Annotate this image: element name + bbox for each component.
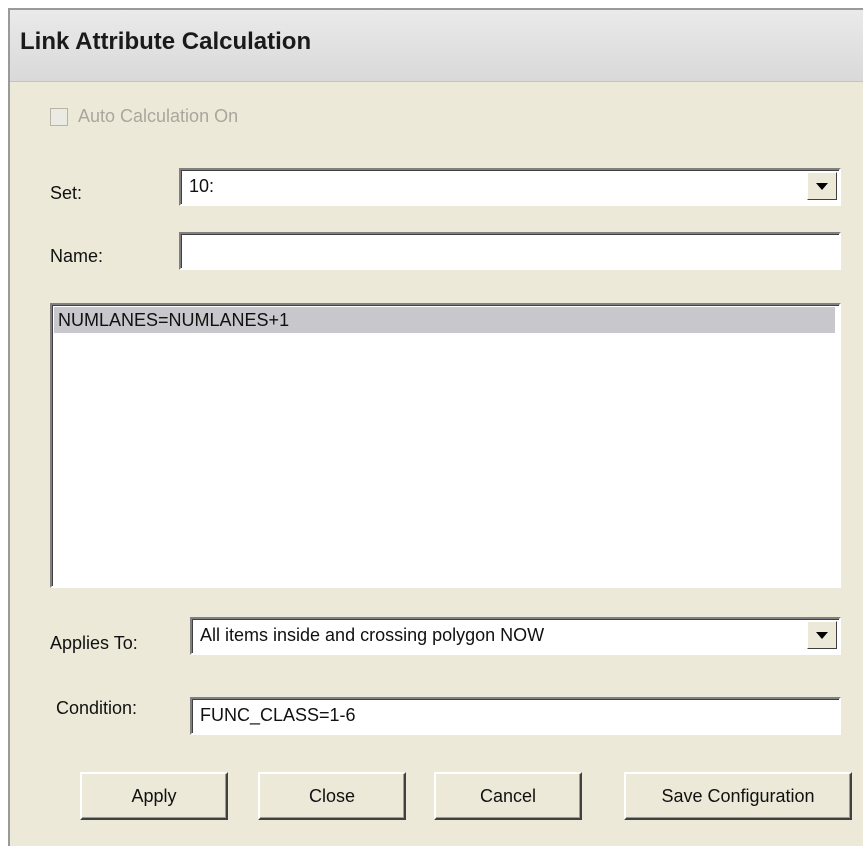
set-label: Set: (50, 183, 83, 203)
apply-button[interactable]: Apply (80, 772, 228, 820)
condition-label: Condition: (56, 698, 138, 718)
save-configuration-button[interactable]: Save Configuration (624, 772, 852, 820)
title-bar[interactable]: Link Attribute Calculation (10, 10, 863, 82)
name-input[interactable] (179, 232, 841, 270)
expression-list[interactable]: NUMLANES=NUMLANES+1 (50, 303, 841, 588)
chevron-down-icon (816, 182, 828, 190)
auto-calculation-checkbox[interactable] (50, 107, 68, 126)
applies-to-value: All items inside and crossing polygon NO… (200, 625, 545, 645)
applies-to-dropdown[interactable]: All items inside and crossing polygon NO… (190, 617, 841, 655)
auto-calculation-label: Auto Calculation On (78, 106, 239, 126)
set-dropdown[interactable]: 10: (179, 168, 841, 206)
list-item[interactable]: NUMLANES=NUMLANES+1 (54, 307, 835, 333)
condition-input[interactable]: FUNC_CLASS=1-6 (190, 697, 841, 735)
applies-to-label: Applies To: (50, 633, 138, 653)
cancel-button[interactable]: Cancel (434, 772, 582, 820)
set-value: 10: (189, 176, 215, 196)
link-attribute-calculation-dialog: Link Attribute Calculation Auto Calculat… (8, 8, 863, 846)
dialog-title: Link Attribute Calculation (20, 28, 312, 55)
set-dropdown-button[interactable] (807, 172, 837, 200)
chevron-down-icon (816, 631, 828, 639)
applies-to-dropdown-button[interactable] (807, 621, 837, 649)
name-label: Name: (50, 246, 104, 266)
condition-value: FUNC_CLASS=1-6 (200, 705, 356, 725)
auto-calculation-row: Auto Calculation On (50, 106, 238, 127)
close-button[interactable]: Close (258, 772, 406, 820)
